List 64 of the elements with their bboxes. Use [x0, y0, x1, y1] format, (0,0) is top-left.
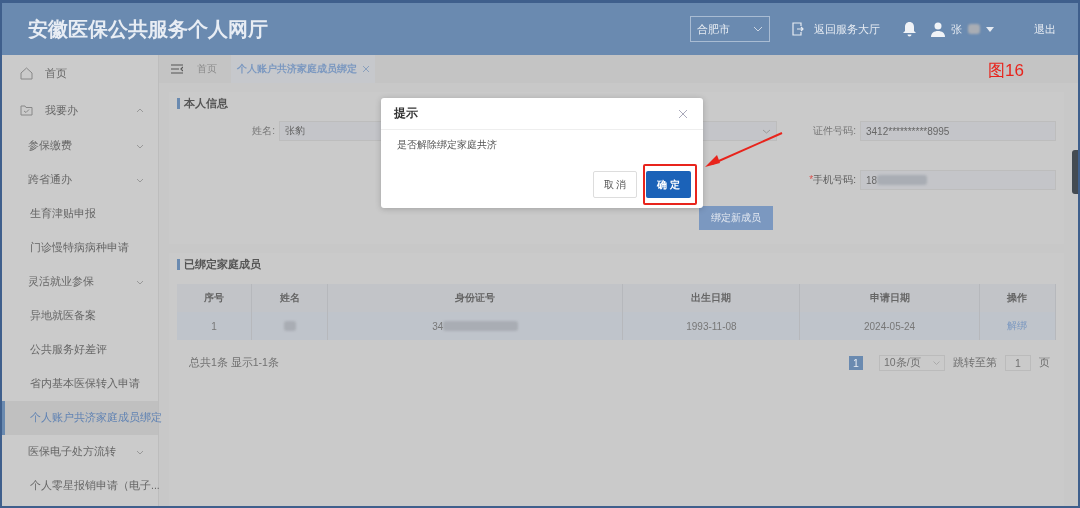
page-size-select[interactable]: 10条/页	[879, 355, 945, 371]
field-label: 证件号码:	[813, 124, 856, 138]
city-select[interactable]: 合肥市	[690, 16, 770, 42]
chevron-down-icon	[753, 26, 763, 32]
chevron-down-icon	[136, 177, 144, 183]
text-field[interactable]: 18	[860, 170, 1056, 190]
close-icon[interactable]	[363, 66, 369, 72]
sidebar-item[interactable]: 参保缴费	[2, 129, 158, 163]
section-title: 已绑定家庭成员	[177, 259, 1056, 270]
blurred-text	[877, 175, 928, 185]
bind-member-button[interactable]: 绑定新成员	[699, 206, 773, 230]
user-icon	[931, 21, 945, 37]
chevron-down-icon	[136, 143, 144, 149]
table-cell: 34	[327, 312, 623, 340]
user-menu[interactable]: 张	[931, 21, 994, 37]
bell-icon[interactable]	[902, 21, 917, 37]
column-header: 序号	[177, 284, 252, 312]
sidebar-item[interactable]: 省内基本医保转入申请	[2, 367, 158, 401]
side-panel-tab[interactable]	[1072, 150, 1078, 194]
figure-label: 图16	[988, 60, 1024, 82]
home-icon	[20, 67, 33, 80]
sidebar-item[interactable]: 门诊慢特病病种申请	[2, 231, 158, 265]
page-unit: 页	[1039, 356, 1050, 370]
page-number-field[interactable]: 1	[1005, 355, 1031, 371]
table-cell: 1	[177, 312, 252, 340]
menu-icon[interactable]	[171, 64, 183, 74]
jump-label: 跳转至第	[953, 356, 997, 370]
table-cell: 2024-05-24	[799, 312, 980, 340]
record-summary: 总共1条 显示1-1条	[189, 356, 279, 370]
confirm-button[interactable]: 确 定	[646, 171, 691, 198]
page-button[interactable]: 1	[849, 356, 863, 370]
column-header: 申请日期	[799, 284, 980, 312]
column-header: 出生日期	[622, 284, 800, 312]
dialog-message: 是否解除绑定家庭共济	[397, 138, 498, 152]
exit-door-icon	[792, 22, 804, 36]
logout-link[interactable]: 退出	[1034, 21, 1056, 37]
sidebar-item[interactable]: 个人零星报销申请（电子...	[2, 469, 158, 503]
sidebar-item[interactable]: 公共服务好差评	[2, 333, 158, 367]
caret-icon	[986, 26, 994, 32]
chevron-down-icon	[136, 449, 144, 455]
sidebar-item[interactable]: 生育津贴申报	[2, 197, 158, 231]
field-label: 姓名:	[252, 124, 275, 138]
column-header: 操作	[979, 284, 1056, 312]
column-header: 身份证号	[327, 284, 623, 312]
sidebar-item[interactable]: 首页	[2, 55, 158, 92]
back-link[interactable]: 返回服务大厅	[792, 21, 880, 37]
blurred-text	[968, 24, 980, 34]
field-label: *手机号码:	[809, 173, 856, 187]
text-field[interactable]: 3412**********8995	[860, 121, 1056, 141]
sidebar-item[interactable]: 医保电子处方流转	[2, 435, 158, 469]
chevron-down-icon	[136, 279, 144, 285]
chevron-down-icon	[762, 128, 771, 134]
sidebar-item[interactable]: 异地就医备案	[2, 299, 158, 333]
folder-icon	[20, 105, 33, 116]
sidebar-item[interactable]: 灵活就业参保	[2, 265, 158, 299]
site-title: 安徽医保公共服务个人网厅	[28, 16, 268, 42]
cancel-button[interactable]: 取 消	[593, 171, 637, 198]
column-header: 姓名	[251, 284, 328, 312]
close-icon[interactable]	[679, 109, 687, 118]
sidebar-item[interactable]: 跨省通办	[2, 163, 158, 197]
chevron-down-icon	[933, 361, 940, 365]
chevron-up-icon	[136, 108, 144, 113]
sidebar-item[interactable]: 我要办	[2, 92, 158, 129]
table-cell: 1993-11-08	[622, 312, 800, 340]
